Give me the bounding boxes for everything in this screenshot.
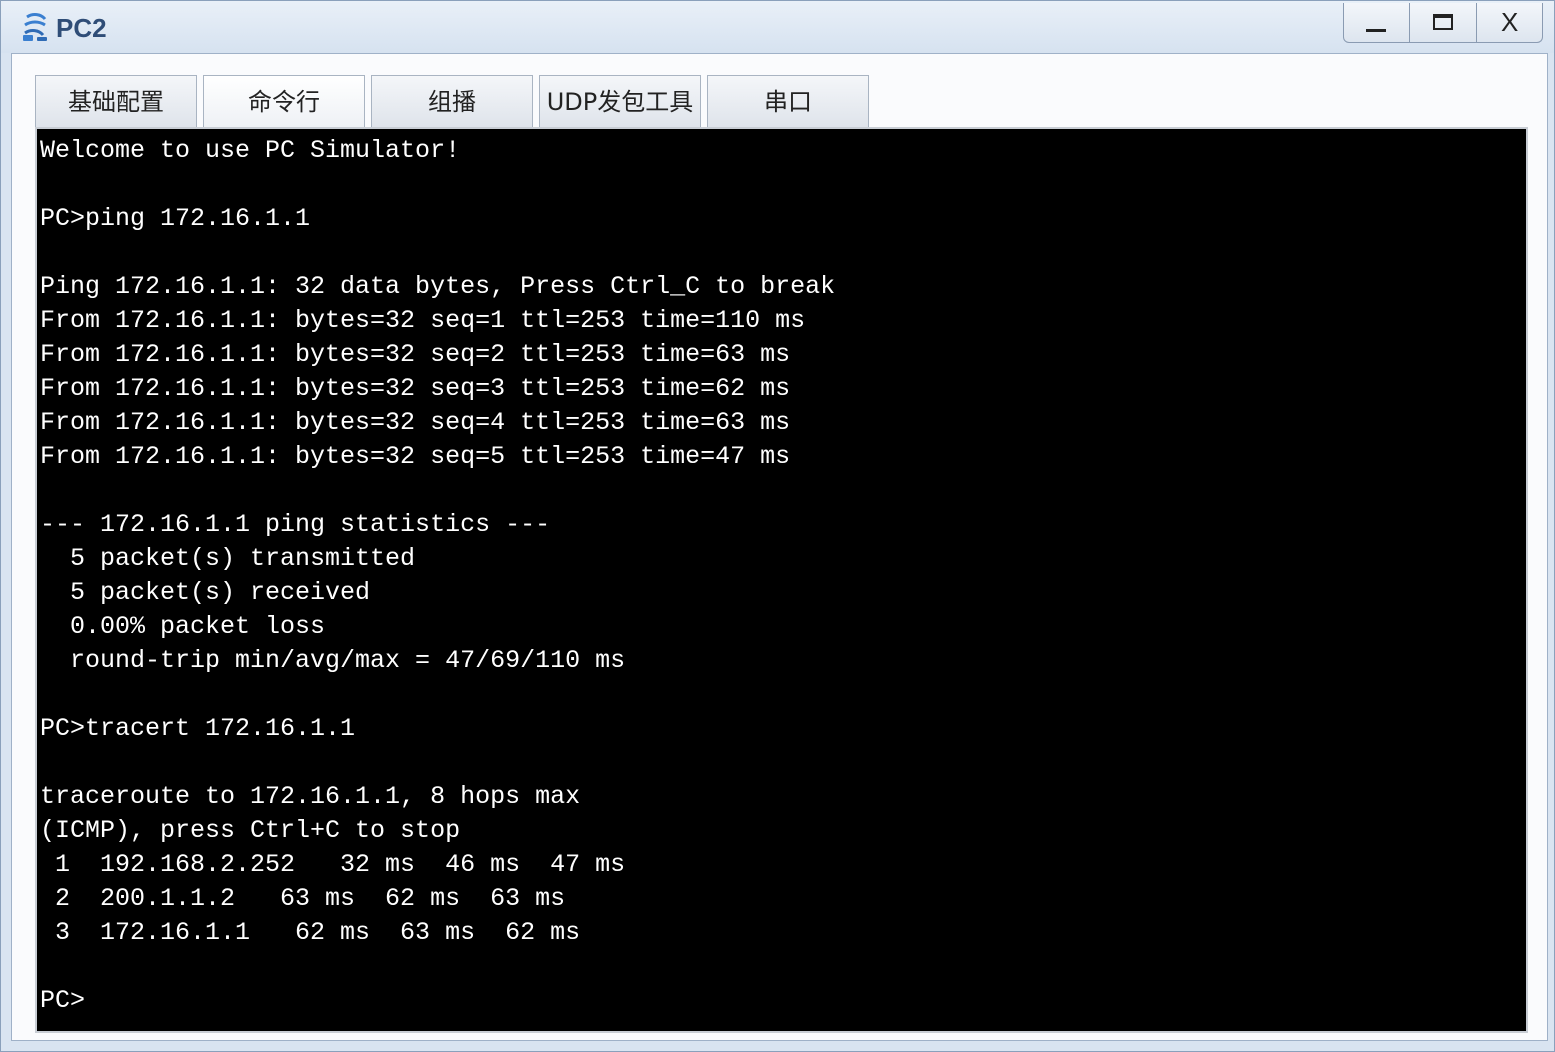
terminal-line: 5 packet(s) received bbox=[40, 578, 371, 607]
terminal-line: 0.00% packet loss bbox=[40, 612, 326, 641]
tab-command-line[interactable]: 命令行 bbox=[203, 75, 365, 127]
window-controls: X bbox=[1343, 3, 1543, 43]
maximize-button[interactable] bbox=[1410, 3, 1477, 42]
terminal-line: Welcome to use PC Simulator! bbox=[40, 136, 461, 165]
minimize-icon bbox=[1366, 29, 1386, 32]
terminal-line: 5 packet(s) transmitted bbox=[40, 544, 416, 573]
pc2-window: PC2 X 基础配置 命令行 组播 UDP发包工具 串口 Welcome to … bbox=[0, 0, 1555, 1052]
terminal-line: traceroute to 172.16.1.1, 8 hops max bbox=[40, 782, 581, 811]
maximize-icon bbox=[1433, 14, 1454, 30]
terminal-line: Ping 172.16.1.1: 32 data bytes, Press Ct… bbox=[40, 272, 836, 301]
terminal-line: round-trip min/avg/max = 47/69/110 ms bbox=[40, 646, 626, 675]
title-bar[interactable]: PC2 X bbox=[1, 1, 1554, 53]
client-area: 基础配置 命令行 组播 UDP发包工具 串口 Welcome to use PC… bbox=[11, 53, 1548, 1041]
close-icon: X bbox=[1500, 7, 1519, 37]
terminal-prompt[interactable]: PC> bbox=[40, 984, 1526, 1018]
terminal-line: From 172.16.1.1: bytes=32 seq=5 ttl=253 … bbox=[40, 442, 791, 471]
command-terminal[interactable]: Welcome to use PC Simulator! PC>ping 172… bbox=[35, 127, 1528, 1033]
tab-multicast[interactable]: 组播 bbox=[371, 75, 533, 127]
terminal-line: PC>ping 172.16.1.1 bbox=[40, 204, 311, 233]
terminal-line: From 172.16.1.1: bytes=32 seq=2 ttl=253 … bbox=[40, 340, 791, 369]
terminal-line: From 172.16.1.1: bytes=32 seq=3 ttl=253 … bbox=[40, 374, 791, 403]
terminal-line: From 172.16.1.1: bytes=32 seq=1 ttl=253 … bbox=[40, 306, 806, 335]
terminal-line: 3 172.16.1.1 62 ms 63 ms 62 ms bbox=[40, 918, 581, 947]
tab-basic-config[interactable]: 基础配置 bbox=[35, 75, 197, 127]
terminal-line: PC>tracert 172.16.1.1 bbox=[40, 714, 356, 743]
tab-serial-port[interactable]: 串口 bbox=[707, 75, 869, 127]
terminal-line: --- 172.16.1.1 ping statistics --- bbox=[40, 510, 551, 539]
tab-udp-tool[interactable]: UDP发包工具 bbox=[539, 75, 701, 127]
minimize-button[interactable] bbox=[1344, 3, 1411, 42]
window-title: PC2 bbox=[56, 13, 107, 43]
terminal-line: From 172.16.1.1: bytes=32 seq=4 ttl=253 … bbox=[40, 408, 791, 437]
close-button[interactable]: X bbox=[1477, 3, 1542, 42]
terminal-line: 1 192.168.2.252 32 ms 46 ms 47 ms bbox=[40, 850, 626, 879]
app-network-icon bbox=[23, 13, 47, 41]
terminal-line: 2 200.1.1.2 63 ms 62 ms 63 ms bbox=[40, 884, 566, 913]
terminal-line: (ICMP), press Ctrl+C to stop bbox=[40, 816, 461, 845]
